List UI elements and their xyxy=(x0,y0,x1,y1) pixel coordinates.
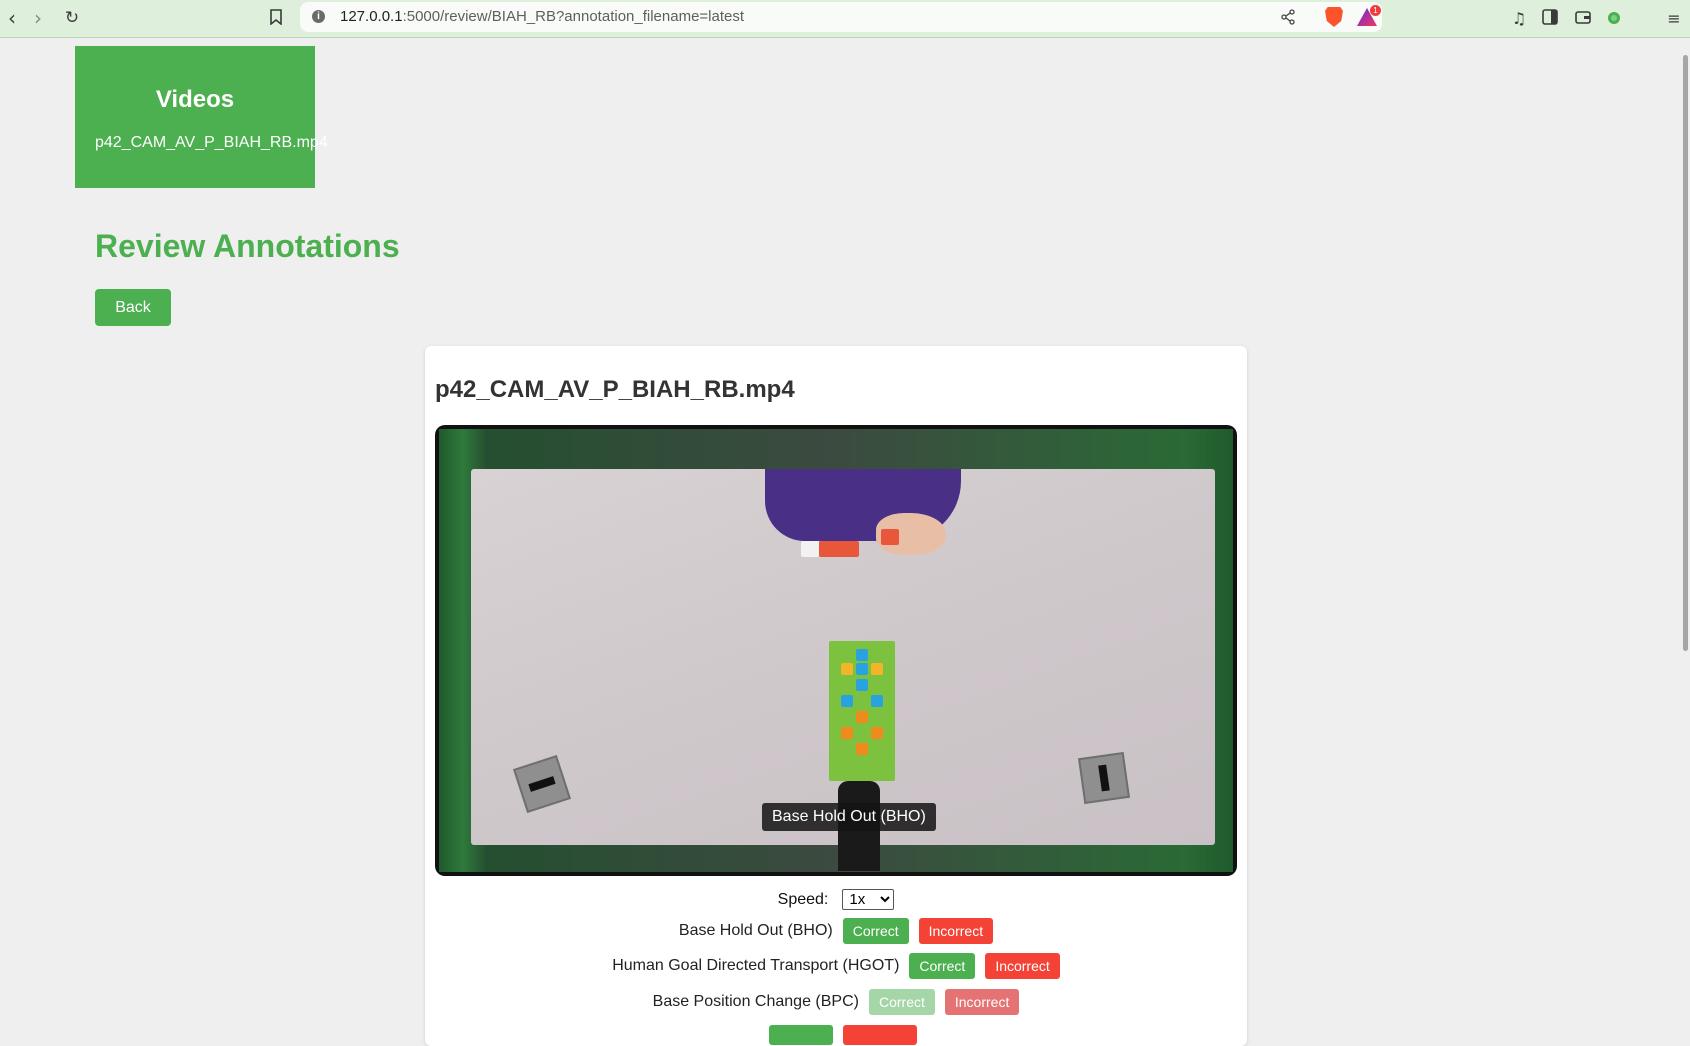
site-info-icon[interactable]: i xyxy=(312,10,325,23)
annotation-label: Base Position Change (BPC) xyxy=(652,993,859,1010)
review-card: p42_CAM_AV_P_BIAH_RB.mp4 Base Hold Out (… xyxy=(425,346,1247,1046)
bookmark-icon[interactable] xyxy=(270,9,282,25)
video-brick xyxy=(856,743,868,755)
video-frame-background: Base Hold Out (BHO) xyxy=(439,429,1233,872)
video-brick xyxy=(801,541,819,557)
media-icon[interactable]: ♫ xyxy=(1509,8,1529,28)
video-brick xyxy=(871,727,883,739)
reload-icon[interactable]: ↻ xyxy=(60,6,84,30)
back-button[interactable]: Back xyxy=(95,289,171,326)
video-brick xyxy=(856,663,868,675)
video-brick xyxy=(871,695,883,707)
wallet-icon[interactable] xyxy=(1575,9,1591,25)
incorrect-button[interactable] xyxy=(843,1025,918,1045)
correct-button[interactable]: Correct xyxy=(909,953,976,979)
video-brick xyxy=(871,663,883,675)
video-brick xyxy=(856,679,868,691)
video-table-surface xyxy=(471,469,1215,871)
speed-control: Speed: 1x xyxy=(425,889,1247,910)
video-brick xyxy=(819,541,859,557)
url-path: :5000/review/BIAH_RB?annotation_filename… xyxy=(402,8,745,25)
video-player[interactable]: Base Hold Out (BHO) xyxy=(435,425,1237,876)
video-brick xyxy=(856,711,868,723)
videos-title: Videos xyxy=(155,86,235,113)
correct-button[interactable]: Correct xyxy=(842,918,909,944)
url-host: 127.0.0.1 xyxy=(340,8,403,25)
video-list-item[interactable]: p42_CAM_AV_P_BIAH_RB.mp4 xyxy=(95,134,328,152)
video-baseplate xyxy=(829,641,895,781)
video-subtitle: Base Hold Out (BHO) xyxy=(762,803,936,831)
video-brick xyxy=(841,727,853,739)
back-arrow-icon[interactable]: ‹ xyxy=(0,6,24,30)
browser-toolbar: ‹ › ↻ i 127.0.0.1:5000/review/BIAH_RB?an… xyxy=(0,0,1690,38)
correct-button[interactable]: Correct xyxy=(868,989,935,1015)
address-bar[interactable]: i 127.0.0.1:5000/review/BIAH_RB?annotati… xyxy=(300,2,1382,32)
sidebar-toggle-icon[interactable] xyxy=(1542,9,1558,25)
url-text[interactable]: 127.0.0.1:5000/review/BIAH_RB?annotation… xyxy=(340,8,744,25)
correct-button[interactable] xyxy=(769,1025,834,1045)
video-brick xyxy=(881,529,899,545)
video-marker xyxy=(513,755,571,813)
rewards-badge: 1 xyxy=(1370,5,1381,16)
video-brick xyxy=(856,649,868,661)
speed-select[interactable]: 1x xyxy=(842,889,895,910)
incorrect-button[interactable]: Incorrect xyxy=(985,953,1060,979)
share-icon[interactable] xyxy=(1280,9,1296,25)
page-title: Review Annotations xyxy=(95,228,400,264)
annotation-label: Base Hold Out (BHO) xyxy=(678,922,833,939)
video-brick xyxy=(841,663,853,675)
brave-shield-icon[interactable] xyxy=(1325,7,1343,27)
page-scrollbar[interactable] xyxy=(1683,55,1688,651)
forward-arrow-icon[interactable]: › xyxy=(26,6,50,30)
video-title: p42_CAM_AV_P_BIAH_RB.mp4 xyxy=(435,376,795,403)
annotation-row-bho: Base Hold Out (BHO) Correct Incorrect xyxy=(425,918,1247,944)
menu-icon[interactable]: ≡ xyxy=(1664,8,1684,28)
video-marker xyxy=(1078,752,1130,804)
annotation-row-partial xyxy=(425,1025,1247,1045)
extension-icon[interactable] xyxy=(1606,9,1622,25)
videos-panel: Videos p42_CAM_AV_P_BIAH_RB.mp4 xyxy=(75,46,328,188)
annotation-row-bpc: Base Position Change (BPC) Correct Incor… xyxy=(425,989,1247,1015)
speed-label: Speed: xyxy=(777,890,829,908)
video-brick xyxy=(841,695,853,707)
incorrect-button[interactable]: Incorrect xyxy=(918,918,994,944)
annotation-label: Human Goal Directed Transport (HGOT) xyxy=(612,957,900,974)
incorrect-button[interactable]: Incorrect xyxy=(944,989,1020,1015)
annotation-row-hgot: Human Goal Directed Transport (HGOT) Cor… xyxy=(425,953,1247,979)
